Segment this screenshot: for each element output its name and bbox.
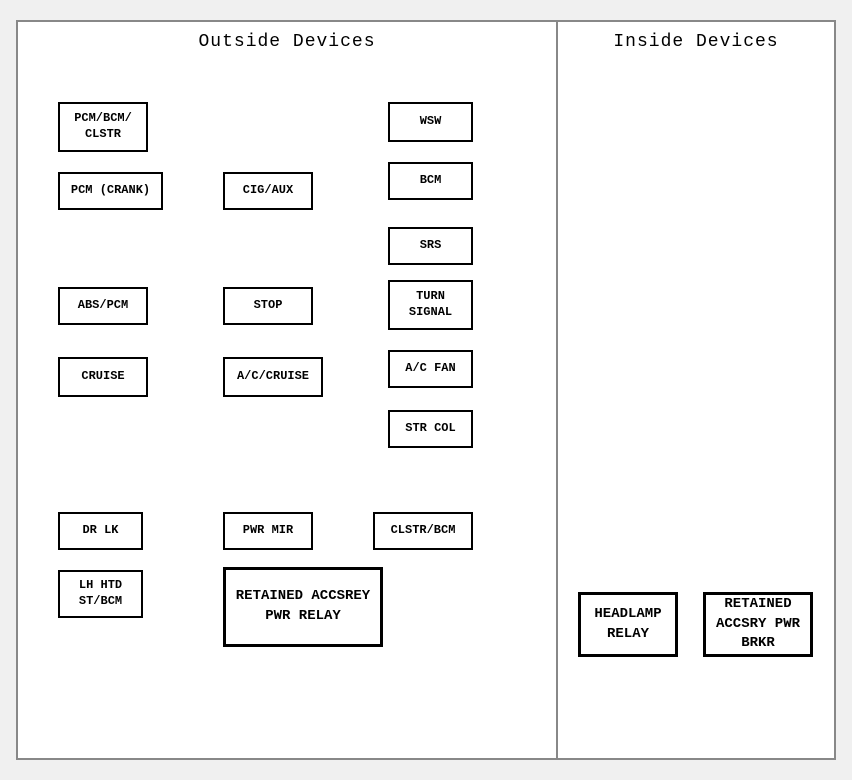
- device-box-pcm-bcm-clstr: PCM/BCM/ CLSTR: [58, 102, 148, 152]
- device-box-pcm-crank: PCM (CRANK): [58, 172, 163, 210]
- outside-panel-title: Outside Devices: [28, 32, 546, 52]
- device-box-dr-lk: DR LK: [58, 512, 143, 550]
- device-box-headlamp-relay: HEADLAMP RELAY: [578, 592, 678, 657]
- inside-panel-title: Inside Devices: [568, 32, 824, 52]
- outside-panel: Outside Devices PCM/BCM/ CLSTR WSW PCM (CR…: [18, 22, 558, 758]
- device-box-bcm: BCM: [388, 162, 473, 200]
- device-box-pwr-mir: PWR MIR: [223, 512, 313, 550]
- device-box-ac-cruise: A/C/CRUISE: [223, 357, 323, 397]
- device-box-srs: SRS: [388, 227, 473, 265]
- device-box-stop: STOP: [223, 287, 313, 325]
- device-box-turn-signal: TURN SIGNAL: [388, 280, 473, 330]
- device-box-clstr-bcm: CLSTR/BCM: [373, 512, 473, 550]
- inside-panel: Inside Devices HEADLAMP RELAY RETAINED AC…: [558, 22, 834, 758]
- diagram-container: Outside Devices PCM/BCM/ CLSTR WSW PCM (CR…: [16, 20, 836, 760]
- device-box-lh-htd-st-bcm: LH HTD ST/BCM: [58, 570, 143, 618]
- device-box-cig-aux: CIG/AUX: [223, 172, 313, 210]
- device-box-ac-fan: A/C FAN: [388, 350, 473, 388]
- device-box-retained-accsry-pwr-brkr: RETAINED ACCSRY PWR BRKR: [703, 592, 813, 657]
- device-box-abs-pcm: ABS/PCM: [58, 287, 148, 325]
- device-box-retained-accsrey: RETAINED ACCSREY PWR RELAY: [223, 567, 383, 647]
- device-box-str-col: STR COL: [388, 410, 473, 448]
- device-box-cruise: CRUISE: [58, 357, 148, 397]
- device-box-wsw: WSW: [388, 102, 473, 142]
